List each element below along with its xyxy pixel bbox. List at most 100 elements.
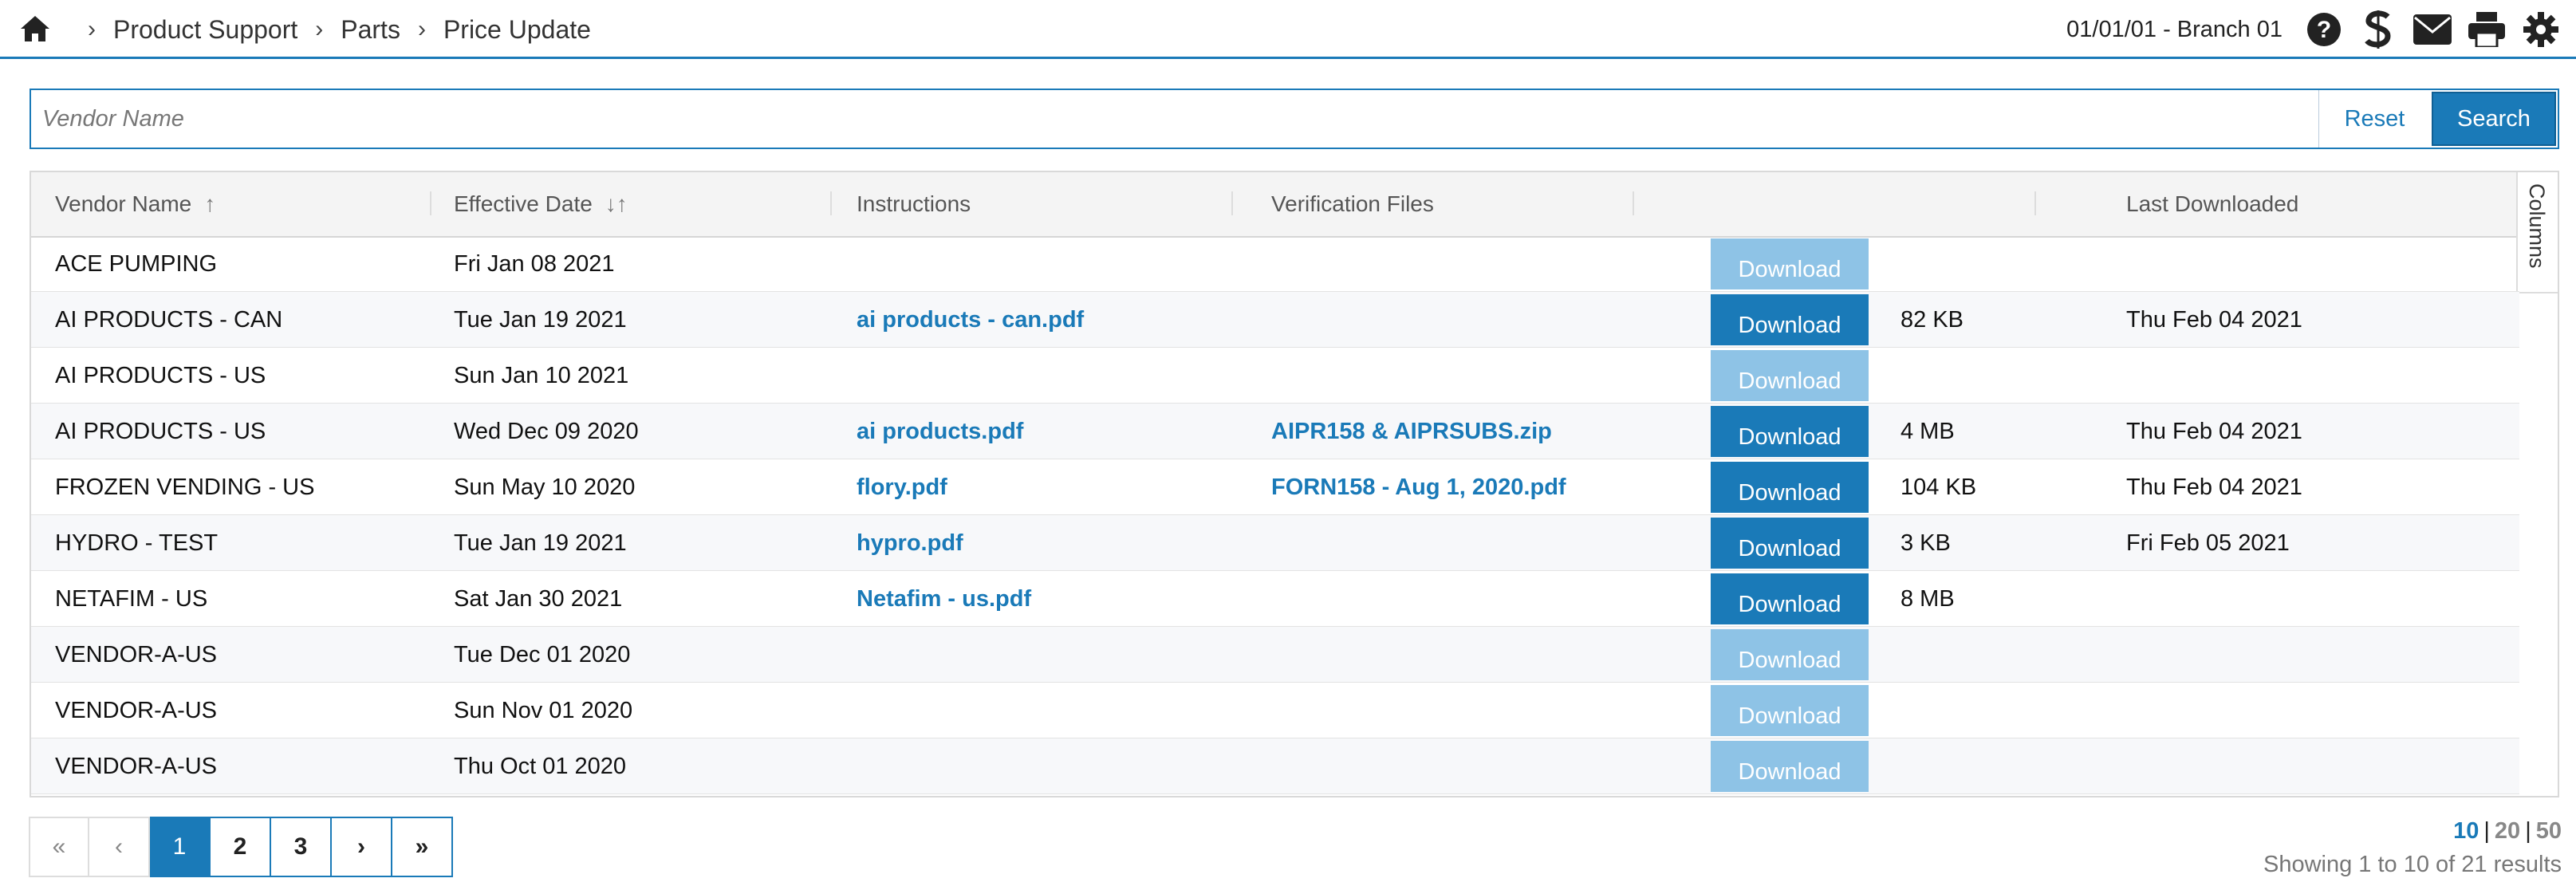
vendor-name-cell: AI PRODUCTS - US bbox=[55, 418, 266, 444]
column-divider[interactable] bbox=[2034, 191, 2036, 215]
column-header-instructions[interactable]: Instructions bbox=[857, 172, 971, 236]
columns-tab-label: Columns bbox=[2525, 183, 2549, 269]
vendor-name-cell: AI PRODUCTS - US bbox=[55, 362, 266, 388]
column-divider[interactable] bbox=[430, 191, 431, 215]
vendor-search-bar: Reset Search bbox=[30, 89, 2559, 149]
top-bar: › Product Support › Parts › Price Update… bbox=[0, 0, 2576, 59]
header-actions: 01/01/01 - Branch 01 ? bbox=[2066, 0, 2576, 59]
download-button[interactable]: Download bbox=[1711, 406, 1869, 457]
instructions-link[interactable]: flory.pdf bbox=[857, 459, 947, 515]
last-downloaded-cell: Fri Feb 05 2021 bbox=[2126, 530, 2290, 556]
last-downloaded-cell: Thu Feb 04 2021 bbox=[2126, 474, 2302, 500]
vendor-name-cell: ACE PUMPING bbox=[55, 250, 218, 277]
verification-file-link[interactable]: AIPR158 & AIPRSUBS.zip bbox=[1271, 404, 1552, 459]
column-header-verification-files[interactable]: Verification Files bbox=[1271, 172, 1434, 236]
vendor-name-cell: VENDOR-A-US bbox=[55, 697, 218, 723]
last-page-button[interactable]: » bbox=[392, 817, 453, 877]
table-row: AI PRODUCTS - CAN Tue Jan 19 2021 ai produ… bbox=[31, 292, 2519, 348]
instructions-link[interactable]: Netafim - us.pdf bbox=[857, 571, 1031, 627]
column-divider[interactable] bbox=[1633, 191, 1634, 215]
verification-file-link[interactable]: FORN158 - Aug 1, 2020.pdf bbox=[1271, 459, 1566, 515]
help-icon[interactable]: ? bbox=[2305, 10, 2343, 49]
download-button[interactable]: Download bbox=[1711, 294, 1869, 345]
column-header-effective-date[interactable]: Effective Date ↓↑ bbox=[454, 172, 628, 236]
page-size-50[interactable]: 50 bbox=[2536, 818, 2562, 844]
breadcrumb: › Product Support › Parts › Price Update bbox=[88, 0, 591, 59]
svg-text:?: ? bbox=[2317, 17, 2331, 43]
s-logo-icon[interactable] bbox=[2359, 10, 2397, 49]
table-row: AI PRODUCTS - US Sun Jan 10 2021 Download bbox=[31, 348, 2519, 404]
vendor-name-cell: VENDOR-A-US bbox=[55, 753, 218, 779]
column-label: Effective Date bbox=[454, 191, 593, 216]
next-page-button[interactable]: › bbox=[332, 817, 392, 877]
columns-panel-tab[interactable]: Columns bbox=[2516, 172, 2558, 293]
file-size-cell: 8 MB bbox=[1900, 585, 1955, 612]
sort-toggle-icon[interactable]: ↓↑ bbox=[605, 191, 628, 217]
download-button[interactable]: Download bbox=[1711, 629, 1869, 680]
page-1-button[interactable]: 1 bbox=[150, 817, 211, 877]
page-size-20[interactable]: 20 bbox=[2495, 818, 2520, 844]
print-icon[interactable] bbox=[2468, 10, 2506, 49]
column-header-vendor-name[interactable]: Vendor Name ↑ bbox=[55, 172, 215, 236]
search-button[interactable]: Search bbox=[2432, 92, 2556, 146]
table-row: VENDOR-A-US Thu Oct 01 2020 Download bbox=[31, 738, 2519, 794]
file-size-cell: 104 KB bbox=[1900, 474, 1977, 500]
chevron-right-icon: › bbox=[417, 16, 426, 42]
effective-date-cell: Sat Jan 30 2021 bbox=[454, 585, 623, 612]
download-button[interactable]: Download bbox=[1711, 350, 1869, 401]
branch-selector[interactable]: 01/01/01 - Branch 01 bbox=[2066, 17, 2283, 43]
page-2-button[interactable]: 2 bbox=[211, 817, 271, 877]
vendor-name-cell: FROZEN VENDING - US bbox=[55, 474, 315, 500]
breadcrumb-product-support[interactable]: Product Support bbox=[113, 15, 297, 45]
page-3-button[interactable]: 3 bbox=[271, 817, 332, 877]
chevron-right-icon: › bbox=[315, 16, 324, 42]
table-row: VENDOR-A-US Tue Dec 01 2020 Download bbox=[31, 627, 2519, 683]
mail-icon[interactable] bbox=[2413, 10, 2452, 49]
sort-ascending-icon[interactable]: ↑ bbox=[204, 191, 215, 217]
breadcrumb-parts[interactable]: Parts bbox=[341, 15, 400, 45]
effective-date-cell: Tue Jan 19 2021 bbox=[454, 306, 627, 333]
table-row: FROZEN VENDING - US Sun May 10 2020 flory.… bbox=[31, 459, 2519, 515]
reset-button[interactable]: Reset bbox=[2318, 90, 2430, 148]
column-divider[interactable] bbox=[1231, 191, 1233, 215]
effective-date-cell: Sun Nov 01 2020 bbox=[454, 697, 633, 723]
instructions-link[interactable]: ai products.pdf bbox=[857, 404, 1023, 459]
first-page-button[interactable]: « bbox=[29, 817, 89, 877]
page-size-10[interactable]: 10 bbox=[2453, 818, 2479, 844]
download-button[interactable]: Download bbox=[1711, 518, 1869, 569]
table-row: ACE PUMPING Fri Jan 08 2021 Download bbox=[31, 236, 2519, 292]
vendor-name-cell: AI PRODUCTS - CAN bbox=[55, 306, 283, 333]
effective-date-cell: Tue Dec 01 2020 bbox=[454, 641, 631, 668]
effective-date-cell: Wed Dec 09 2020 bbox=[454, 418, 639, 444]
instructions-link[interactable]: ai products - can.pdf bbox=[857, 292, 1084, 348]
vendor-name-cell: HYDRO - TEST bbox=[55, 530, 219, 556]
page-size-separator: | bbox=[2483, 818, 2490, 844]
column-divider[interactable] bbox=[830, 191, 832, 215]
column-header-last-downloaded[interactable]: Last Downloaded bbox=[2126, 172, 2298, 236]
chevron-right-icon: › bbox=[88, 16, 96, 42]
download-button[interactable]: Download bbox=[1711, 573, 1869, 624]
effective-date-cell: Fri Jan 08 2021 bbox=[454, 250, 615, 277]
page-size-separator: | bbox=[2525, 818, 2531, 844]
gear-icon[interactable] bbox=[2522, 10, 2560, 49]
table-row: NETAFIM - US Sat Jan 30 2021 Netafim - us.… bbox=[31, 571, 2519, 627]
breadcrumb-price-update: Price Update bbox=[443, 14, 591, 44]
file-size-cell: 4 MB bbox=[1900, 418, 1955, 444]
vendor-name-input[interactable] bbox=[31, 90, 2318, 148]
column-label: Vendor Name bbox=[55, 191, 192, 216]
vendor-table: Vendor Name ↑ Effective Date ↓↑ Instruct… bbox=[30, 171, 2559, 797]
download-button[interactable]: Download bbox=[1711, 741, 1869, 792]
download-button[interactable]: Download bbox=[1711, 685, 1869, 736]
last-downloaded-cell: Thu Feb 04 2021 bbox=[2126, 418, 2302, 444]
download-button[interactable]: Download bbox=[1711, 238, 1869, 289]
table-row: AI PRODUCTS - US Wed Dec 09 2020 ai produc… bbox=[31, 404, 2519, 459]
effective-date-cell: Thu Oct 01 2020 bbox=[454, 753, 627, 779]
previous-page-button[interactable]: ‹ bbox=[89, 817, 150, 877]
table-row: VENDOR-A-US Sun Nov 01 2020 Download bbox=[31, 683, 2519, 738]
effective-date-cell: Tue Jan 19 2021 bbox=[454, 530, 627, 556]
download-button[interactable]: Download bbox=[1711, 462, 1869, 513]
price-update-page: › Product Support › Parts › Price Update… bbox=[0, 0, 2576, 890]
instructions-link[interactable]: hypro.pdf bbox=[857, 515, 963, 571]
vendor-name-cell: NETAFIM - US bbox=[55, 585, 208, 612]
home-icon[interactable] bbox=[18, 13, 53, 45]
